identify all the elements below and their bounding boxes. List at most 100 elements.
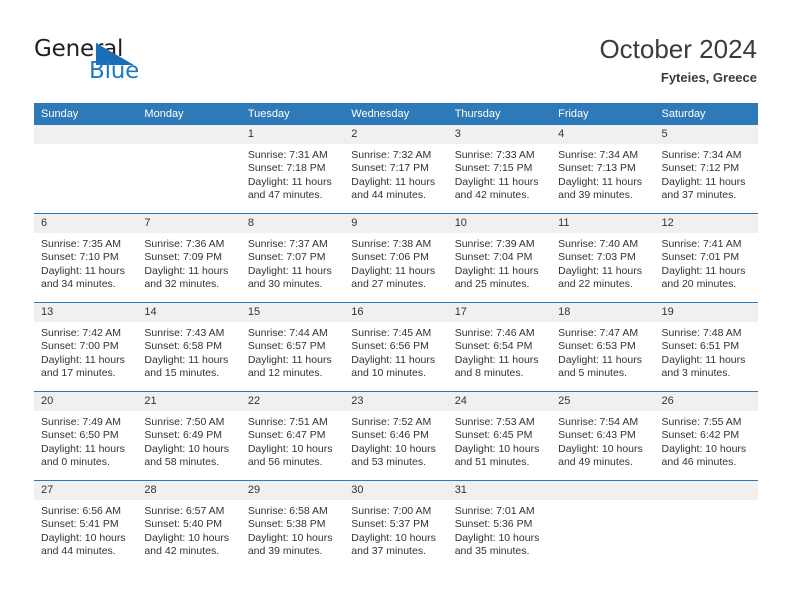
calendar-day-cell[interactable]: 31 Sunrise: 7:01 AM Sunset: 5:36 PM Dayligh…: [447, 480, 552, 569]
calendar-day-cell[interactable]: 11 Sunrise: 7:40 AM Sunset: 7:03 PM Dayligh…: [551, 213, 655, 303]
sunrise-time: Sunrise: 7:32 AM: [351, 149, 432, 161]
daylight-duration-line2: and 30 minutes.: [247, 278, 323, 291]
sunset-time: Sunset: 7:01 PM: [661, 251, 740, 264]
day-number: 6: [34, 214, 138, 233]
sunset-time: Sunset: 5:38 PM: [247, 518, 326, 531]
weekday-header-saturday: Saturday: [654, 103, 758, 125]
sunrise-time: Sunrise: 7:38 AM: [351, 238, 432, 250]
calendar-day-cell[interactable]: 28 Sunrise: 6:57 AM Sunset: 5:40 PM Dayligh…: [137, 480, 241, 569]
calendar-day-cell[interactable]: 1 Sunrise: 7:31 AM Sunset: 7:18 PM Daylight…: [240, 125, 345, 214]
day-number: 20: [34, 392, 138, 411]
day-number: 4: [551, 125, 655, 144]
daylight-duration-line1: Daylight: 11 hours: [661, 175, 746, 188]
calendar-day-cell[interactable]: 6 Sunrise: 7:35 AM Sunset: 7:10 PM Daylight…: [34, 213, 138, 303]
calendar-page: General Blue October 2024 Fyteies, Greec…: [0, 0, 792, 612]
calendar-day-cell[interactable]: 14 Sunrise: 7:43 AM Sunset: 6:58 PM Dayligh…: [137, 302, 241, 392]
sunset-time: Sunset: 5:36 PM: [454, 518, 533, 531]
daylight-duration-line2: and 51 minutes.: [454, 456, 530, 469]
calendar-week-row: 13 Sunrise: 7:42 AM Sunset: 7:00 PM Dayligh…: [34, 302, 758, 392]
calendar-day-cell[interactable]: 15 Sunrise: 7:44 AM Sunset: 6:57 PM Dayligh…: [240, 302, 345, 392]
calendar-day-cell[interactable]: 13 Sunrise: 7:42 AM Sunset: 7:00 PM Dayligh…: [34, 302, 138, 392]
calendar-day-cell[interactable]: 26 Sunrise: 7:55 AM Sunset: 6:42 PM Dayligh…: [654, 391, 758, 481]
daylight-duration-line1: Daylight: 10 hours: [144, 442, 230, 455]
daylight-duration-line1: Daylight: 11 hours: [247, 175, 332, 188]
calendar-day-cell[interactable]: 17 Sunrise: 7:46 AM Sunset: 6:54 PM Dayligh…: [447, 302, 552, 392]
calendar-day-cell[interactable]: 29 Sunrise: 6:58 AM Sunset: 5:38 PM Dayligh…: [240, 480, 345, 569]
daylight-duration-line1: Daylight: 11 hours: [661, 353, 746, 366]
day-details: Sunrise: 7:00 AM Sunset: 5:37 PM Daylight:…: [344, 500, 447, 559]
sunrise-time: Sunrise: 6:57 AM: [144, 505, 225, 517]
daylight-duration-line2: and 53 minutes.: [351, 456, 426, 469]
daylight-duration-line1: Daylight: 11 hours: [144, 264, 229, 277]
daylight-duration-line2: and 35 minutes.: [454, 545, 530, 558]
calendar-day-cell[interactable]: 2 Sunrise: 7:32 AM Sunset: 7:17 PM Daylight…: [344, 125, 448, 214]
day-details: Sunrise: 7:50 AM Sunset: 6:49 PM Daylight:…: [137, 411, 240, 470]
sunset-time: Sunset: 6:57 PM: [247, 340, 326, 353]
daylight-duration-line1: Daylight: 11 hours: [454, 353, 539, 366]
calendar-empty-cell: [34, 125, 138, 214]
day-number: 16: [344, 303, 448, 322]
sunrise-time: Sunrise: 7:33 AM: [454, 149, 535, 161]
day-details: Sunrise: 7:46 AM Sunset: 6:54 PM Daylight:…: [448, 322, 551, 381]
weekday-header-tuesday: Tuesday: [240, 103, 345, 125]
daylight-duration-line2: and 3 minutes.: [661, 367, 731, 380]
page-title: October 2024: [599, 34, 757, 64]
calendar-day-cell[interactable]: 25 Sunrise: 7:54 AM Sunset: 6:43 PM Dayligh…: [551, 391, 655, 481]
day-details: Sunrise: 7:37 AM Sunset: 7:07 PM Daylight:…: [241, 233, 344, 292]
sunrise-time: Sunrise: 7:49 AM: [41, 416, 121, 428]
sunrise-time: Sunrise: 7:43 AM: [144, 327, 225, 339]
day-details: Sunrise: 7:45 AM Sunset: 6:56 PM Daylight:…: [344, 322, 447, 381]
daylight-duration-line1: Daylight: 11 hours: [454, 264, 539, 277]
daylight-duration-line1: Daylight: 10 hours: [351, 531, 436, 544]
sunset-time: Sunset: 7:00 PM: [41, 340, 119, 353]
calendar-day-cell[interactable]: 24 Sunrise: 7:53 AM Sunset: 6:45 PM Dayligh…: [447, 391, 552, 481]
day-number: [137, 125, 241, 144]
calendar-day-cell[interactable]: 10 Sunrise: 7:39 AM Sunset: 7:04 PM Dayligh…: [447, 213, 552, 303]
day-details: Sunrise: 7:44 AM Sunset: 6:57 PM Daylight:…: [241, 322, 344, 381]
day-details: Sunrise: 6:57 AM Sunset: 5:40 PM Daylight:…: [137, 500, 240, 559]
sunset-time: Sunset: 6:43 PM: [558, 429, 636, 442]
daylight-duration-line2: and 10 minutes.: [351, 367, 426, 380]
brand-logo[interactable]: General Blue: [34, 36, 214, 86]
calendar-day-cell[interactable]: 9 Sunrise: 7:38 AM Sunset: 7:06 PM Daylight…: [344, 213, 448, 303]
calendar-day-cell[interactable]: 20 Sunrise: 7:49 AM Sunset: 6:50 PM Dayligh…: [34, 391, 138, 481]
calendar-empty-cell: [551, 480, 655, 569]
calendar-day-cell[interactable]: 16 Sunrise: 7:45 AM Sunset: 6:56 PM Dayligh…: [344, 302, 448, 392]
daylight-duration-line1: Daylight: 10 hours: [144, 531, 230, 544]
calendar-day-cell[interactable]: 19 Sunrise: 7:48 AM Sunset: 6:51 PM Dayligh…: [654, 302, 758, 392]
day-number: [654, 481, 758, 500]
daylight-duration-line1: Daylight: 10 hours: [247, 531, 333, 544]
calendar-day-cell[interactable]: 21 Sunrise: 7:50 AM Sunset: 6:49 PM Dayligh…: [137, 391, 241, 481]
calendar-day-cell[interactable]: 23 Sunrise: 7:52 AM Sunset: 6:46 PM Dayligh…: [344, 391, 448, 481]
sunrise-time: Sunrise: 7:37 AM: [247, 238, 328, 250]
day-details: Sunrise: 7:54 AM Sunset: 6:43 PM Daylight:…: [551, 411, 654, 470]
day-details: Sunrise: 7:35 AM Sunset: 7:10 PM Daylight:…: [34, 233, 137, 292]
calendar-day-cell[interactable]: 27 Sunrise: 6:56 AM Sunset: 5:41 PM Dayligh…: [34, 480, 138, 569]
daylight-duration-line2: and 39 minutes.: [558, 189, 633, 202]
day-number: 7: [137, 214, 241, 233]
daylight-duration-line1: Daylight: 11 hours: [41, 353, 125, 366]
day-details: Sunrise: 7:53 AM Sunset: 6:45 PM Daylight:…: [448, 411, 551, 470]
sunset-time: Sunset: 6:45 PM: [454, 429, 533, 442]
calendar-day-cell[interactable]: 5 Sunrise: 7:34 AM Sunset: 7:12 PM Daylight…: [654, 125, 758, 214]
calendar-day-cell[interactable]: 7 Sunrise: 7:36 AM Sunset: 7:09 PM Daylight…: [137, 213, 241, 303]
calendar-week-row: 1 Sunrise: 7:31 AM Sunset: 7:18 PM Daylight…: [34, 125, 758, 214]
title-block: October 2024 Fyteies, Greece: [599, 34, 757, 86]
calendar-day-cell[interactable]: 4 Sunrise: 7:34 AM Sunset: 7:13 PM Daylight…: [551, 125, 655, 214]
sunrise-time: Sunrise: 7:39 AM: [454, 238, 535, 250]
calendar-day-cell[interactable]: 8 Sunrise: 7:37 AM Sunset: 7:07 PM Daylight…: [240, 213, 345, 303]
day-details: Sunrise: 7:36 AM Sunset: 7:09 PM Daylight:…: [137, 233, 240, 292]
calendar-day-cell[interactable]: 3 Sunrise: 7:33 AM Sunset: 7:15 PM Daylight…: [447, 125, 552, 214]
sunset-time: Sunset: 5:37 PM: [351, 518, 429, 531]
calendar-day-cell[interactable]: 12 Sunrise: 7:41 AM Sunset: 7:01 PM Dayligh…: [654, 213, 758, 303]
brand-name-blue: Blue: [89, 58, 140, 84]
daylight-duration-line2: and 5 minutes.: [558, 367, 627, 380]
sunrise-time: Sunrise: 7:40 AM: [558, 238, 639, 250]
calendar-day-cell[interactable]: 30 Sunrise: 7:00 AM Sunset: 5:37 PM Dayligh…: [344, 480, 448, 569]
day-number: 30: [344, 481, 448, 500]
calendar-day-cell[interactable]: 22 Sunrise: 7:51 AM Sunset: 6:47 PM Dayligh…: [240, 391, 345, 481]
day-details: Sunrise: 7:34 AM Sunset: 7:12 PM Daylight:…: [655, 144, 758, 203]
daylight-duration-line2: and 8 minutes.: [454, 367, 524, 380]
calendar-day-cell[interactable]: 18 Sunrise: 7:47 AM Sunset: 6:53 PM Dayligh…: [551, 302, 655, 392]
daylight-duration-line2: and 32 minutes.: [144, 278, 220, 291]
